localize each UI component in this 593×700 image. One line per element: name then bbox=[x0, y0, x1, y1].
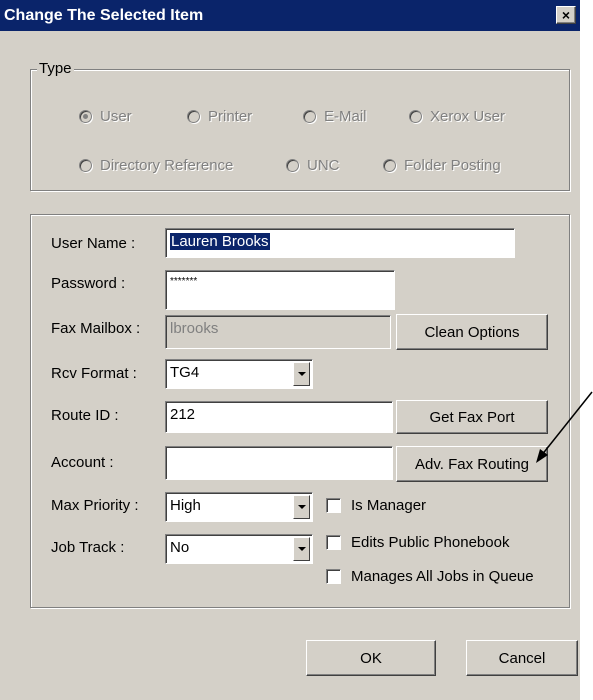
radio-unc[interactable]: UNC bbox=[286, 155, 340, 175]
radio-unc-label: UNC bbox=[307, 156, 340, 174]
radio-folder-posting-label: Folder Posting bbox=[404, 156, 501, 174]
radio-unchecked-icon bbox=[303, 109, 316, 123]
radio-directory-reference[interactable]: Directory Reference bbox=[79, 155, 233, 175]
max-priority-label: Max Priority : bbox=[51, 497, 139, 514]
radio-unchecked-icon bbox=[383, 158, 396, 172]
ok-label: OK bbox=[360, 649, 382, 667]
job-track-select[interactable]: No bbox=[165, 534, 313, 564]
adv-fax-routing-button[interactable]: Adv. Fax Routing bbox=[396, 446, 548, 482]
user-name-input[interactable]: Lauren Brooks bbox=[165, 228, 515, 258]
radio-email-label: E-Mail bbox=[324, 107, 367, 125]
chevron-down-icon[interactable] bbox=[293, 495, 310, 519]
clean-options-button[interactable]: Clean Options bbox=[396, 314, 548, 350]
is-manager-checkbox-row[interactable]: Is Manager bbox=[326, 497, 426, 514]
edits-public-phonebook-label: Edits Public Phonebook bbox=[351, 534, 510, 551]
radio-unchecked-icon bbox=[409, 109, 422, 123]
is-manager-checkbox[interactable] bbox=[326, 498, 341, 513]
account-label: Account : bbox=[51, 454, 114, 471]
window-title: Change The Selected Item bbox=[4, 7, 204, 24]
radio-email[interactable]: E-Mail bbox=[303, 106, 367, 126]
type-groupbox: Type User Printer E-Mail Xerox User Dire… bbox=[30, 60, 570, 191]
change-item-dialog: Change The Selected Item × Type User Pri… bbox=[0, 0, 580, 700]
edits-public-phonebook-checkbox[interactable] bbox=[326, 535, 341, 550]
max-priority-select[interactable]: High bbox=[165, 492, 313, 522]
get-fax-port-button[interactable]: Get Fax Port bbox=[396, 400, 548, 434]
manages-all-jobs-checkbox-row[interactable]: Manages All Jobs in Queue bbox=[326, 568, 534, 585]
fax-mailbox-value: lbrooks bbox=[170, 320, 219, 337]
password-label: Password : bbox=[51, 275, 126, 292]
title-bar[interactable]: Change The Selected Item × bbox=[0, 0, 580, 31]
cancel-button[interactable]: Cancel bbox=[466, 640, 578, 676]
radio-unchecked-icon bbox=[79, 158, 92, 172]
rcv-format-select[interactable]: TG4 bbox=[165, 359, 313, 389]
manages-all-jobs-label: Manages All Jobs in Queue bbox=[351, 568, 534, 585]
radio-printer[interactable]: Printer bbox=[187, 106, 252, 126]
get-fax-port-label: Get Fax Port bbox=[429, 408, 515, 426]
route-id-value: 212 bbox=[170, 406, 196, 423]
close-icon: × bbox=[561, 7, 571, 23]
radio-unchecked-icon bbox=[286, 158, 299, 172]
chevron-down-icon[interactable] bbox=[293, 537, 310, 561]
clean-options-label: Clean Options bbox=[424, 323, 520, 341]
route-id-input[interactable]: 212 bbox=[165, 401, 393, 433]
job-track-label: Job Track : bbox=[51, 539, 125, 556]
radio-directory-reference-label: Directory Reference bbox=[100, 156, 234, 174]
password-value: ******* bbox=[170, 276, 198, 287]
radio-user[interactable]: User bbox=[79, 106, 132, 126]
manages-all-jobs-checkbox[interactable] bbox=[326, 569, 341, 584]
radio-printer-label: Printer bbox=[208, 107, 253, 125]
user-name-label: User Name : bbox=[51, 235, 136, 252]
fax-mailbox-label: Fax Mailbox : bbox=[51, 320, 141, 337]
adv-fax-routing-label: Adv. Fax Routing bbox=[415, 455, 529, 473]
radio-checked-icon bbox=[79, 109, 92, 123]
type-legend: Type bbox=[37, 60, 74, 77]
radio-folder-posting[interactable]: Folder Posting bbox=[383, 155, 501, 175]
radio-xerox-user-label: Xerox User bbox=[430, 107, 506, 125]
cancel-label: Cancel bbox=[498, 649, 546, 667]
max-priority-value: High bbox=[170, 497, 201, 514]
close-button[interactable]: × bbox=[556, 6, 576, 24]
ok-button[interactable]: OK bbox=[306, 640, 436, 676]
radio-user-label: User bbox=[100, 107, 132, 125]
account-input[interactable] bbox=[165, 446, 393, 480]
password-input[interactable]: ******* bbox=[165, 270, 395, 310]
radio-unchecked-icon bbox=[187, 109, 200, 123]
fax-mailbox-input: lbrooks bbox=[165, 315, 391, 349]
is-manager-label: Is Manager bbox=[351, 497, 427, 514]
rcv-format-value: TG4 bbox=[170, 364, 200, 381]
job-track-value: No bbox=[170, 539, 190, 556]
user-name-value: Lauren Brooks bbox=[170, 233, 270, 250]
route-id-label: Route ID : bbox=[51, 407, 119, 424]
rcv-format-label: Rcv Format : bbox=[51, 365, 137, 382]
edits-public-phonebook-checkbox-row[interactable]: Edits Public Phonebook bbox=[326, 534, 509, 551]
radio-xerox-user[interactable]: Xerox User bbox=[409, 106, 505, 126]
chevron-down-icon[interactable] bbox=[293, 362, 310, 386]
